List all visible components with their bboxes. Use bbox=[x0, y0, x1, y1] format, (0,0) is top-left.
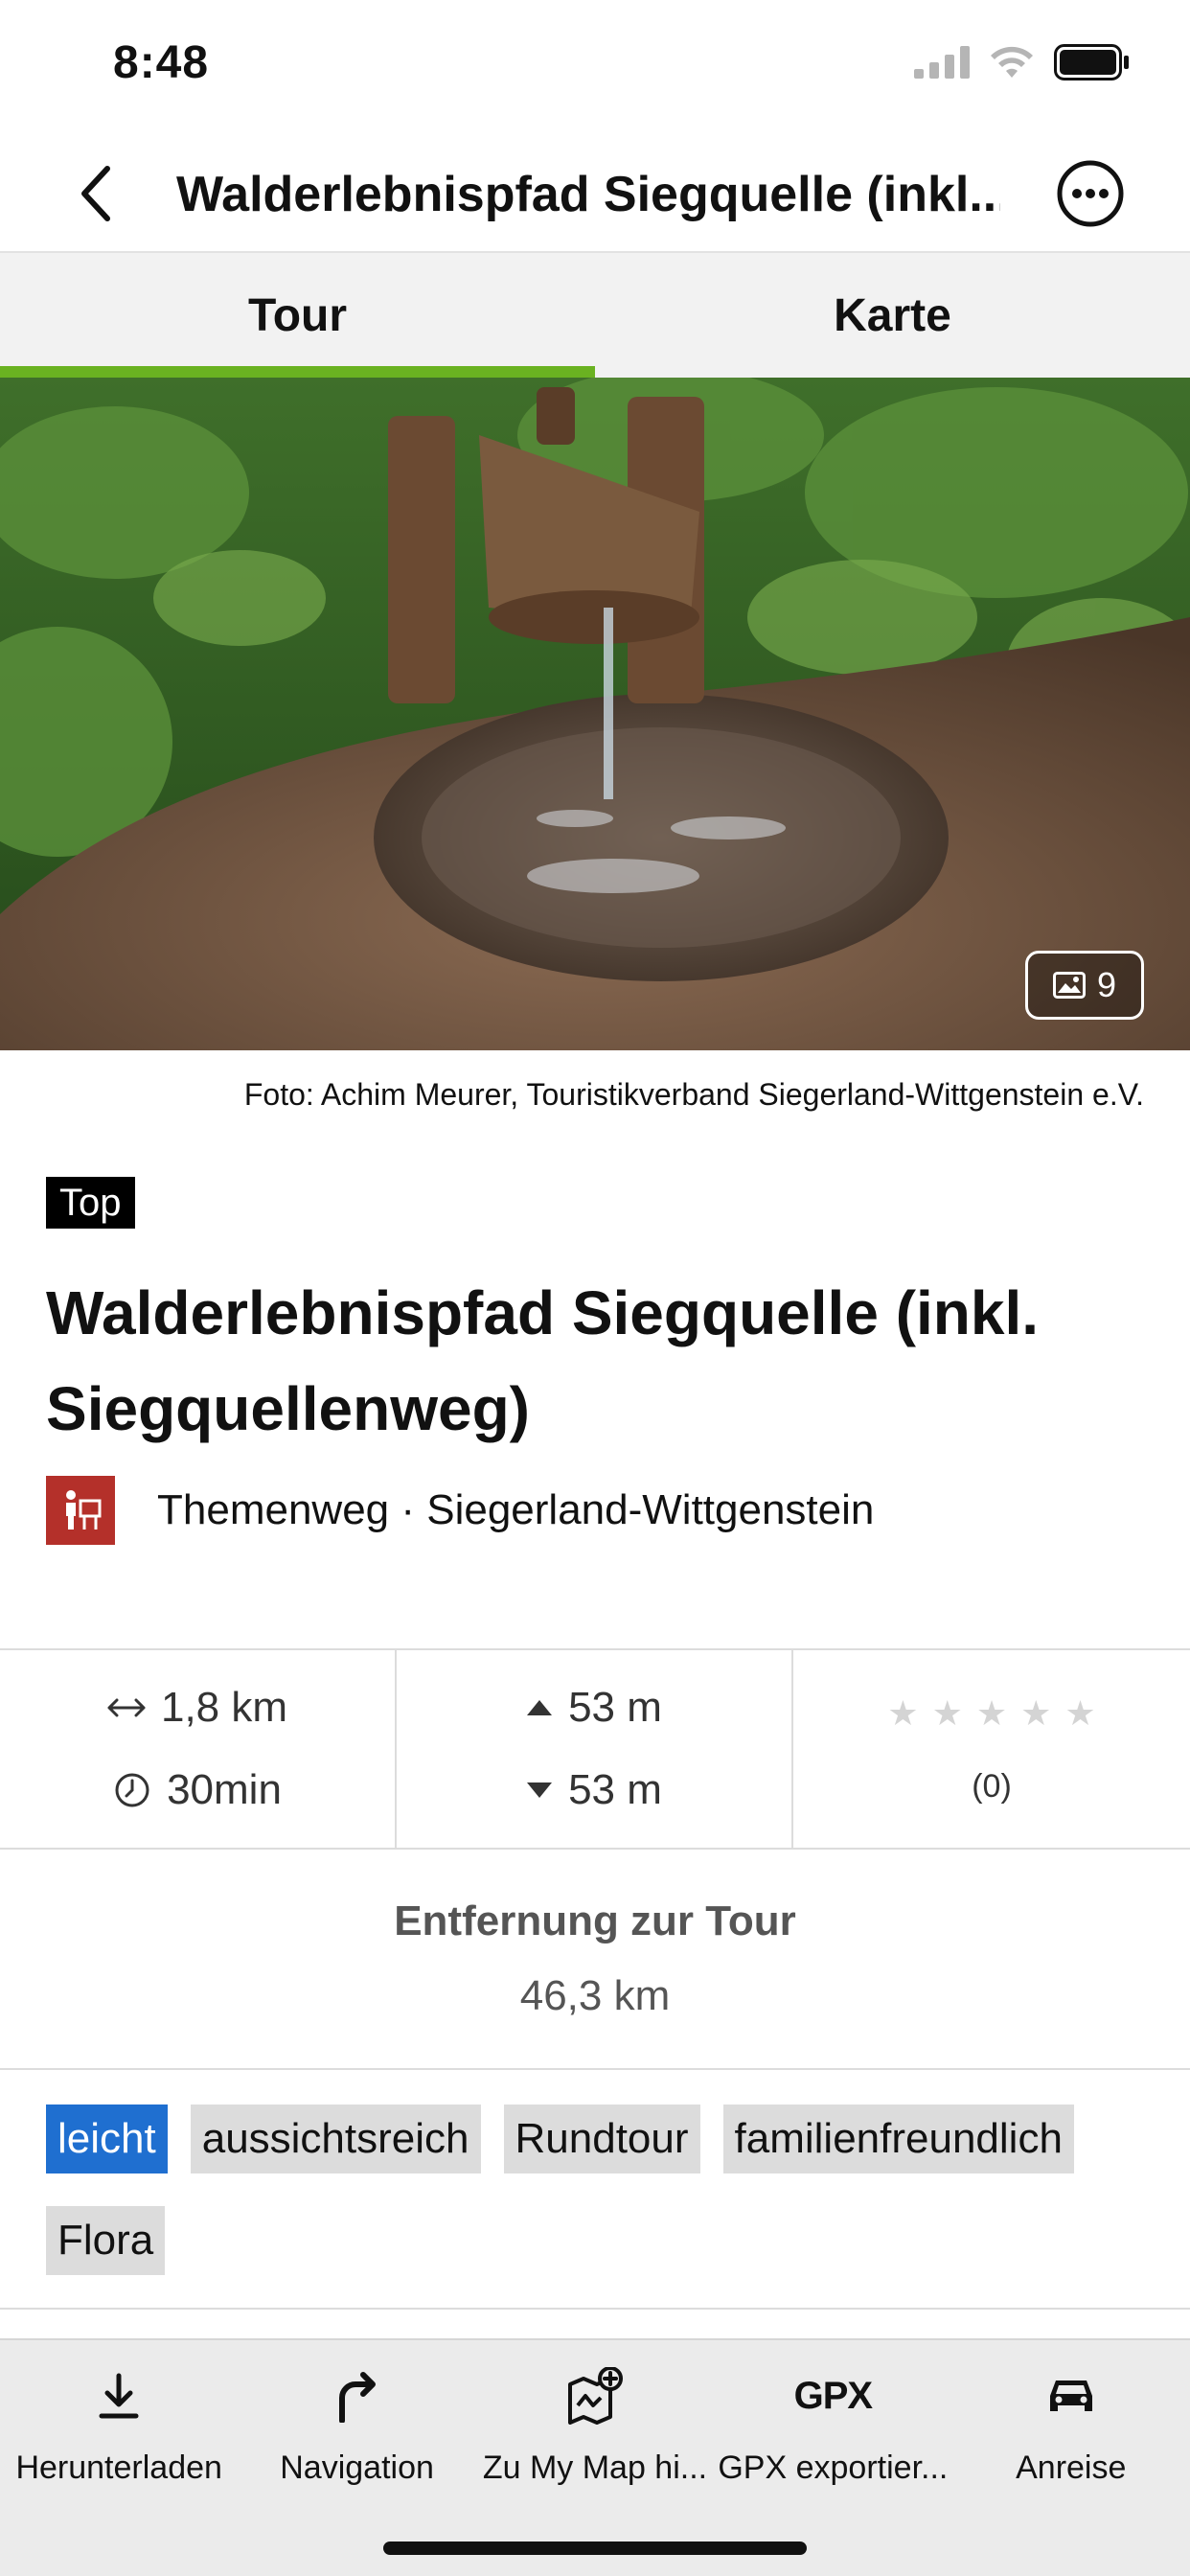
rating-stars: ★ ★ ★ ★ ★ bbox=[887, 1693, 1095, 1734]
wifi-icon bbox=[991, 46, 1033, 78]
turn-right-arrow-icon bbox=[338, 2372, 376, 2423]
tag-item: familienfreundlich bbox=[722, 2104, 1074, 2174]
star-icon: ★ bbox=[1064, 1692, 1096, 1733]
distance-arrows-icon bbox=[107, 1698, 146, 1717]
add-to-my-map-button[interactable]: Zu My Map hi... bbox=[476, 2358, 714, 2487]
distance-to-tour-label: Entfernung zur Tour bbox=[394, 1898, 796, 1944]
download-icon bbox=[99, 2373, 139, 2419]
gpx-export-button[interactable]: GPX GPX exportier... bbox=[714, 2358, 951, 2487]
hero-image[interactable]: 9 bbox=[0, 378, 1190, 1050]
hero-photo bbox=[0, 378, 1190, 1050]
stats-rating[interactable]: ★ ★ ★ ★ ★ (0) bbox=[793, 1650, 1190, 1848]
distance-to-tour: Entfernung zur Tour 46,3 km bbox=[0, 1850, 1190, 2070]
theme-trail-icon bbox=[46, 1476, 115, 1545]
tab-bar: Tour Karte bbox=[0, 253, 1190, 378]
star-icon: ★ bbox=[931, 1692, 963, 1733]
tab-tour[interactable]: Tour bbox=[0, 253, 595, 378]
top-badge: Top bbox=[46, 1177, 135, 1229]
car-icon bbox=[1049, 2380, 1092, 2411]
gpx-icon: GPX bbox=[793, 2374, 873, 2417]
status-icons bbox=[914, 44, 1131, 80]
duration-stat: 30min bbox=[113, 1766, 282, 1814]
tour-stats: 1,8 km 30min 53 m 53 m ★ ★ ★ ★ ★ (0) bbox=[0, 1648, 1190, 1850]
more-icon bbox=[1057, 160, 1124, 227]
tag-item: Rundtour bbox=[503, 2104, 700, 2174]
star-icon: ★ bbox=[1020, 1692, 1052, 1733]
distance-stat: 1,8 km bbox=[107, 1684, 287, 1732]
header-title: Walderlebnispfad Siegquelle (inkl.... bbox=[176, 167, 1000, 222]
tour-category: Themenweg · Siegerland-Wittgenstein bbox=[46, 1476, 874, 1545]
tag-item: Flora bbox=[46, 2206, 166, 2275]
distance-to-tour-value: 46,3 km bbox=[519, 1972, 671, 2019]
descent-stat: 53 m bbox=[526, 1766, 662, 1814]
nav-header: Walderlebnispfad Siegquelle (inkl.... bbox=[0, 134, 1190, 253]
tag-item: aussichtsreich bbox=[190, 2104, 481, 2174]
tab-karte[interactable]: Karte bbox=[595, 253, 1190, 378]
rating-count: (0) bbox=[972, 1767, 1012, 1805]
home-indicator[interactable] bbox=[383, 2542, 807, 2555]
map-add-icon bbox=[567, 2367, 623, 2425]
stats-elevation: 53 m 53 m bbox=[397, 1650, 793, 1848]
back-button[interactable] bbox=[67, 163, 125, 224]
bottom-toolbar: Herunterladen Navigation Zu My Map hi... bbox=[0, 2338, 1190, 2576]
image-icon bbox=[1052, 972, 1086, 999]
navigation-button[interactable]: Navigation bbox=[238, 2358, 475, 2487]
status-time: 8:48 bbox=[113, 37, 210, 88]
status-bar: 8:48 bbox=[0, 0, 1190, 134]
section-divider bbox=[0, 2308, 1190, 2310]
stats-distance-duration: 1,8 km 30min bbox=[0, 1650, 397, 1848]
descent-triangle-icon bbox=[527, 1782, 553, 1798]
photo-count: 9 bbox=[1096, 965, 1117, 1004]
signal-icon bbox=[914, 46, 970, 79]
directions-button[interactable]: Anreise bbox=[952, 2358, 1190, 2487]
download-button[interactable]: Herunterladen bbox=[0, 2358, 238, 2487]
chevron-left-icon bbox=[81, 166, 110, 221]
photo-caption: Foto: Achim Meurer, Touristikverband Sie… bbox=[243, 1077, 1144, 1112]
photo-count-badge[interactable]: 9 bbox=[1025, 951, 1144, 1020]
clock-icon bbox=[115, 1773, 149, 1807]
tag-list: leicht aussichtsreich Rundtour familienf… bbox=[46, 2104, 1148, 2275]
star-icon: ★ bbox=[975, 1692, 1008, 1733]
battery-icon bbox=[1054, 44, 1129, 80]
tour-title: Walderlebnispfad Siegquelle (inkl. Siegq… bbox=[46, 1278, 1040, 1443]
star-icon: ★ bbox=[887, 1692, 919, 1733]
more-options-button[interactable] bbox=[1054, 157, 1127, 230]
ascent-triangle-icon bbox=[527, 1700, 553, 1715]
ascent-stat: 53 m bbox=[526, 1684, 662, 1732]
category-label: Themenweg · Siegerland-Wittgenstein bbox=[157, 1486, 875, 1533]
tag-difficulty: leicht bbox=[46, 2104, 168, 2174]
